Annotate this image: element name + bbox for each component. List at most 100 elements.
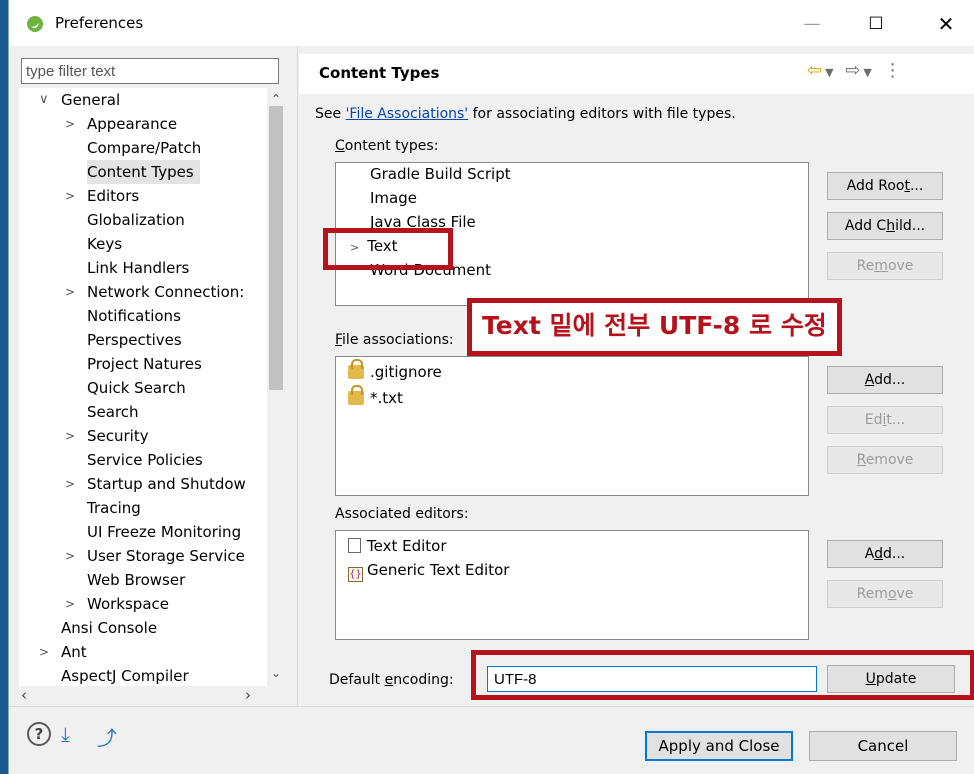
tree-item-web-browser[interactable]: Web Browser: [87, 568, 185, 592]
tree-vertical-scrollbar[interactable]: ⌃ ⌄: [267, 88, 285, 686]
remove-editor-button[interactable]: Remove: [827, 580, 943, 608]
editor-text[interactable]: Text Editor: [348, 537, 447, 555]
text-highlight-box: [323, 228, 453, 270]
remove-content-type-button[interactable]: Remove: [827, 252, 943, 280]
tree-horizontal-scrollbar[interactable]: ‹ ›: [19, 686, 267, 704]
chevron-right-icon[interactable]: >: [65, 112, 75, 136]
page-title: Content Types: [319, 64, 440, 82]
content-type-image[interactable]: Image: [370, 189, 417, 207]
tree-item-notifications[interactable]: Notifications: [87, 304, 181, 328]
associated-editors-list[interactable]: Text Editor {} Generic Text Editor: [335, 530, 809, 640]
content-types-label: Content types:: [335, 138, 439, 154]
chevron-right-icon[interactable]: >: [65, 424, 75, 448]
add-child-button[interactable]: Add Child...: [827, 212, 943, 240]
tree-item-content-types[interactable]: Content Types: [87, 160, 200, 184]
tree-item-editors[interactable]: > Editors: [65, 184, 140, 208]
minimize-button[interactable]: —: [789, 10, 835, 38]
chevron-right-icon[interactable]: >: [65, 544, 75, 568]
tree-item-general[interactable]: ∨ General: [39, 88, 121, 112]
scroll-down-icon[interactable]: ⌄: [271, 666, 281, 680]
tree-item-project-natures[interactable]: Project Natures: [87, 352, 202, 376]
tree-item-label: Perspectives: [87, 331, 182, 349]
tree-item-ansi-console[interactable]: Ansi Console: [61, 616, 157, 640]
help-icon[interactable]: ?: [27, 722, 51, 746]
chevron-right-icon[interactable]: >: [65, 472, 75, 496]
chevron-right-icon[interactable]: >: [65, 184, 75, 208]
panel-divider[interactable]: [297, 46, 298, 706]
chevron-right-icon[interactable]: >: [39, 640, 49, 664]
tree-item-label: Compare/Patch: [87, 139, 202, 157]
add-editor-button[interactable]: Add...: [827, 540, 943, 568]
scroll-right-icon[interactable]: ›: [245, 686, 251, 704]
file-associations-link[interactable]: 'File Associations': [346, 106, 469, 122]
export-icon[interactable]: ⤴: [97, 722, 125, 750]
file-assoc-gitignore[interactable]: .gitignore: [348, 359, 442, 381]
scroll-up-icon[interactable]: ⌃: [271, 92, 281, 106]
window-title: Preferences: [55, 14, 144, 32]
tree-item-appearance[interactable]: > Appearance: [65, 112, 178, 136]
chevron-down-icon[interactable]: ∨: [39, 88, 49, 112]
add-file-assoc-button[interactable]: Add...: [827, 366, 943, 394]
scroll-thumb[interactable]: [269, 106, 283, 390]
tree-item-ant[interactable]: > Ant: [39, 640, 87, 664]
tree-item-quick-search[interactable]: Quick Search: [87, 376, 186, 400]
tree-item-keys[interactable]: Keys: [87, 232, 122, 256]
scroll-left-icon[interactable]: ‹: [21, 686, 27, 704]
tree-item-label: Ansi Console: [61, 619, 158, 637]
file-associations-list[interactable]: .gitignore *.txt: [335, 356, 809, 496]
forward-arrow-icon[interactable]: ⇨: [845, 60, 863, 81]
tree-item-label: Startup and Shutdow: [87, 475, 246, 493]
forward-dropdown-icon[interactable]: ▼: [863, 66, 874, 79]
tree-item-aspectj-compiler[interactable]: AspectJ Compiler: [61, 664, 189, 686]
maximize-button[interactable]: ☐: [853, 10, 899, 38]
annotation-callout: Text 밑에 전부 UTF-8 로 수정: [467, 298, 842, 356]
tree-item-label: Keys: [87, 235, 123, 253]
tree-item-security[interactable]: > Security: [65, 424, 149, 448]
tree-item-label: Notifications: [87, 307, 181, 325]
lock-icon: [348, 359, 364, 379]
tree-item-compare-patch[interactable]: Compare/Patch: [87, 136, 201, 160]
tree-item-network-connection[interactable]: > Network Connection:: [65, 280, 245, 304]
chevron-right-icon[interactable]: >: [65, 280, 75, 304]
tree-item-label: Workspace: [87, 595, 169, 613]
menu-icon[interactable]: ⋮: [884, 60, 905, 81]
page-header: Content Types ⇦▼ ⇨▼ ⋮: [299, 54, 974, 94]
add-root-button[interactable]: Add Root...: [827, 172, 943, 200]
tree-item-label: Network Connection:: [87, 283, 245, 301]
editor-generic-text[interactable]: {} Generic Text Editor: [348, 561, 509, 582]
tree-item-search[interactable]: Search: [87, 400, 139, 424]
back-arrow-icon[interactable]: ⇦: [807, 60, 825, 81]
tree-item-label: Tracing: [87, 499, 141, 517]
tree-item-label: Service Policies: [87, 451, 203, 469]
tree-item-label: General: [61, 91, 121, 109]
apply-and-close-button[interactable]: Apply and Close: [645, 731, 793, 761]
remove-file-assoc-button[interactable]: Remove: [827, 446, 943, 474]
tree-item-user-storage-service[interactable]: > User Storage Service: [65, 544, 245, 568]
filter-input[interactable]: [21, 58, 279, 84]
chevron-right-icon[interactable]: >: [65, 592, 75, 616]
content-type-gradle[interactable]: Gradle Build Script: [370, 165, 511, 183]
file-associations-label: File associations:: [335, 332, 454, 348]
tree-item-label: Editors: [87, 187, 140, 205]
tree-item-perspectives[interactable]: Perspectives: [87, 328, 182, 352]
close-button[interactable]: ✕: [923, 10, 969, 38]
tree-item-ui-freeze-monitoring[interactable]: UI Freeze Monitoring: [87, 520, 241, 544]
tree-item-service-policies[interactable]: Service Policies: [87, 448, 203, 472]
tree-item-globalization[interactable]: Globalization: [87, 208, 185, 232]
tree-item-tracing[interactable]: Tracing: [87, 496, 141, 520]
edit-file-assoc-button[interactable]: Edit...: [827, 406, 943, 434]
import-icon[interactable]: ⤓: [61, 722, 89, 746]
cancel-button[interactable]: Cancel: [809, 731, 957, 761]
tree-item-workspace[interactable]: > Workspace: [65, 592, 169, 616]
tree-item-label: AspectJ Compiler: [61, 667, 189, 685]
encoding-highlight-box: [471, 650, 974, 700]
tree-item-label: Globalization: [87, 211, 185, 229]
tree-item-link-handlers[interactable]: Link Handlers: [87, 256, 189, 280]
lock-icon: [348, 385, 364, 405]
back-dropdown-icon[interactable]: ▼: [825, 66, 836, 79]
tree-item-label: Appearance: [87, 115, 178, 133]
default-encoding-label: Default encoding:: [329, 672, 454, 688]
file-assoc-txt[interactable]: *.txt: [348, 385, 403, 407]
associated-editors-label: Associated editors:: [335, 506, 469, 522]
tree-item-startup-and-shutdow[interactable]: > Startup and Shutdow: [65, 472, 246, 496]
